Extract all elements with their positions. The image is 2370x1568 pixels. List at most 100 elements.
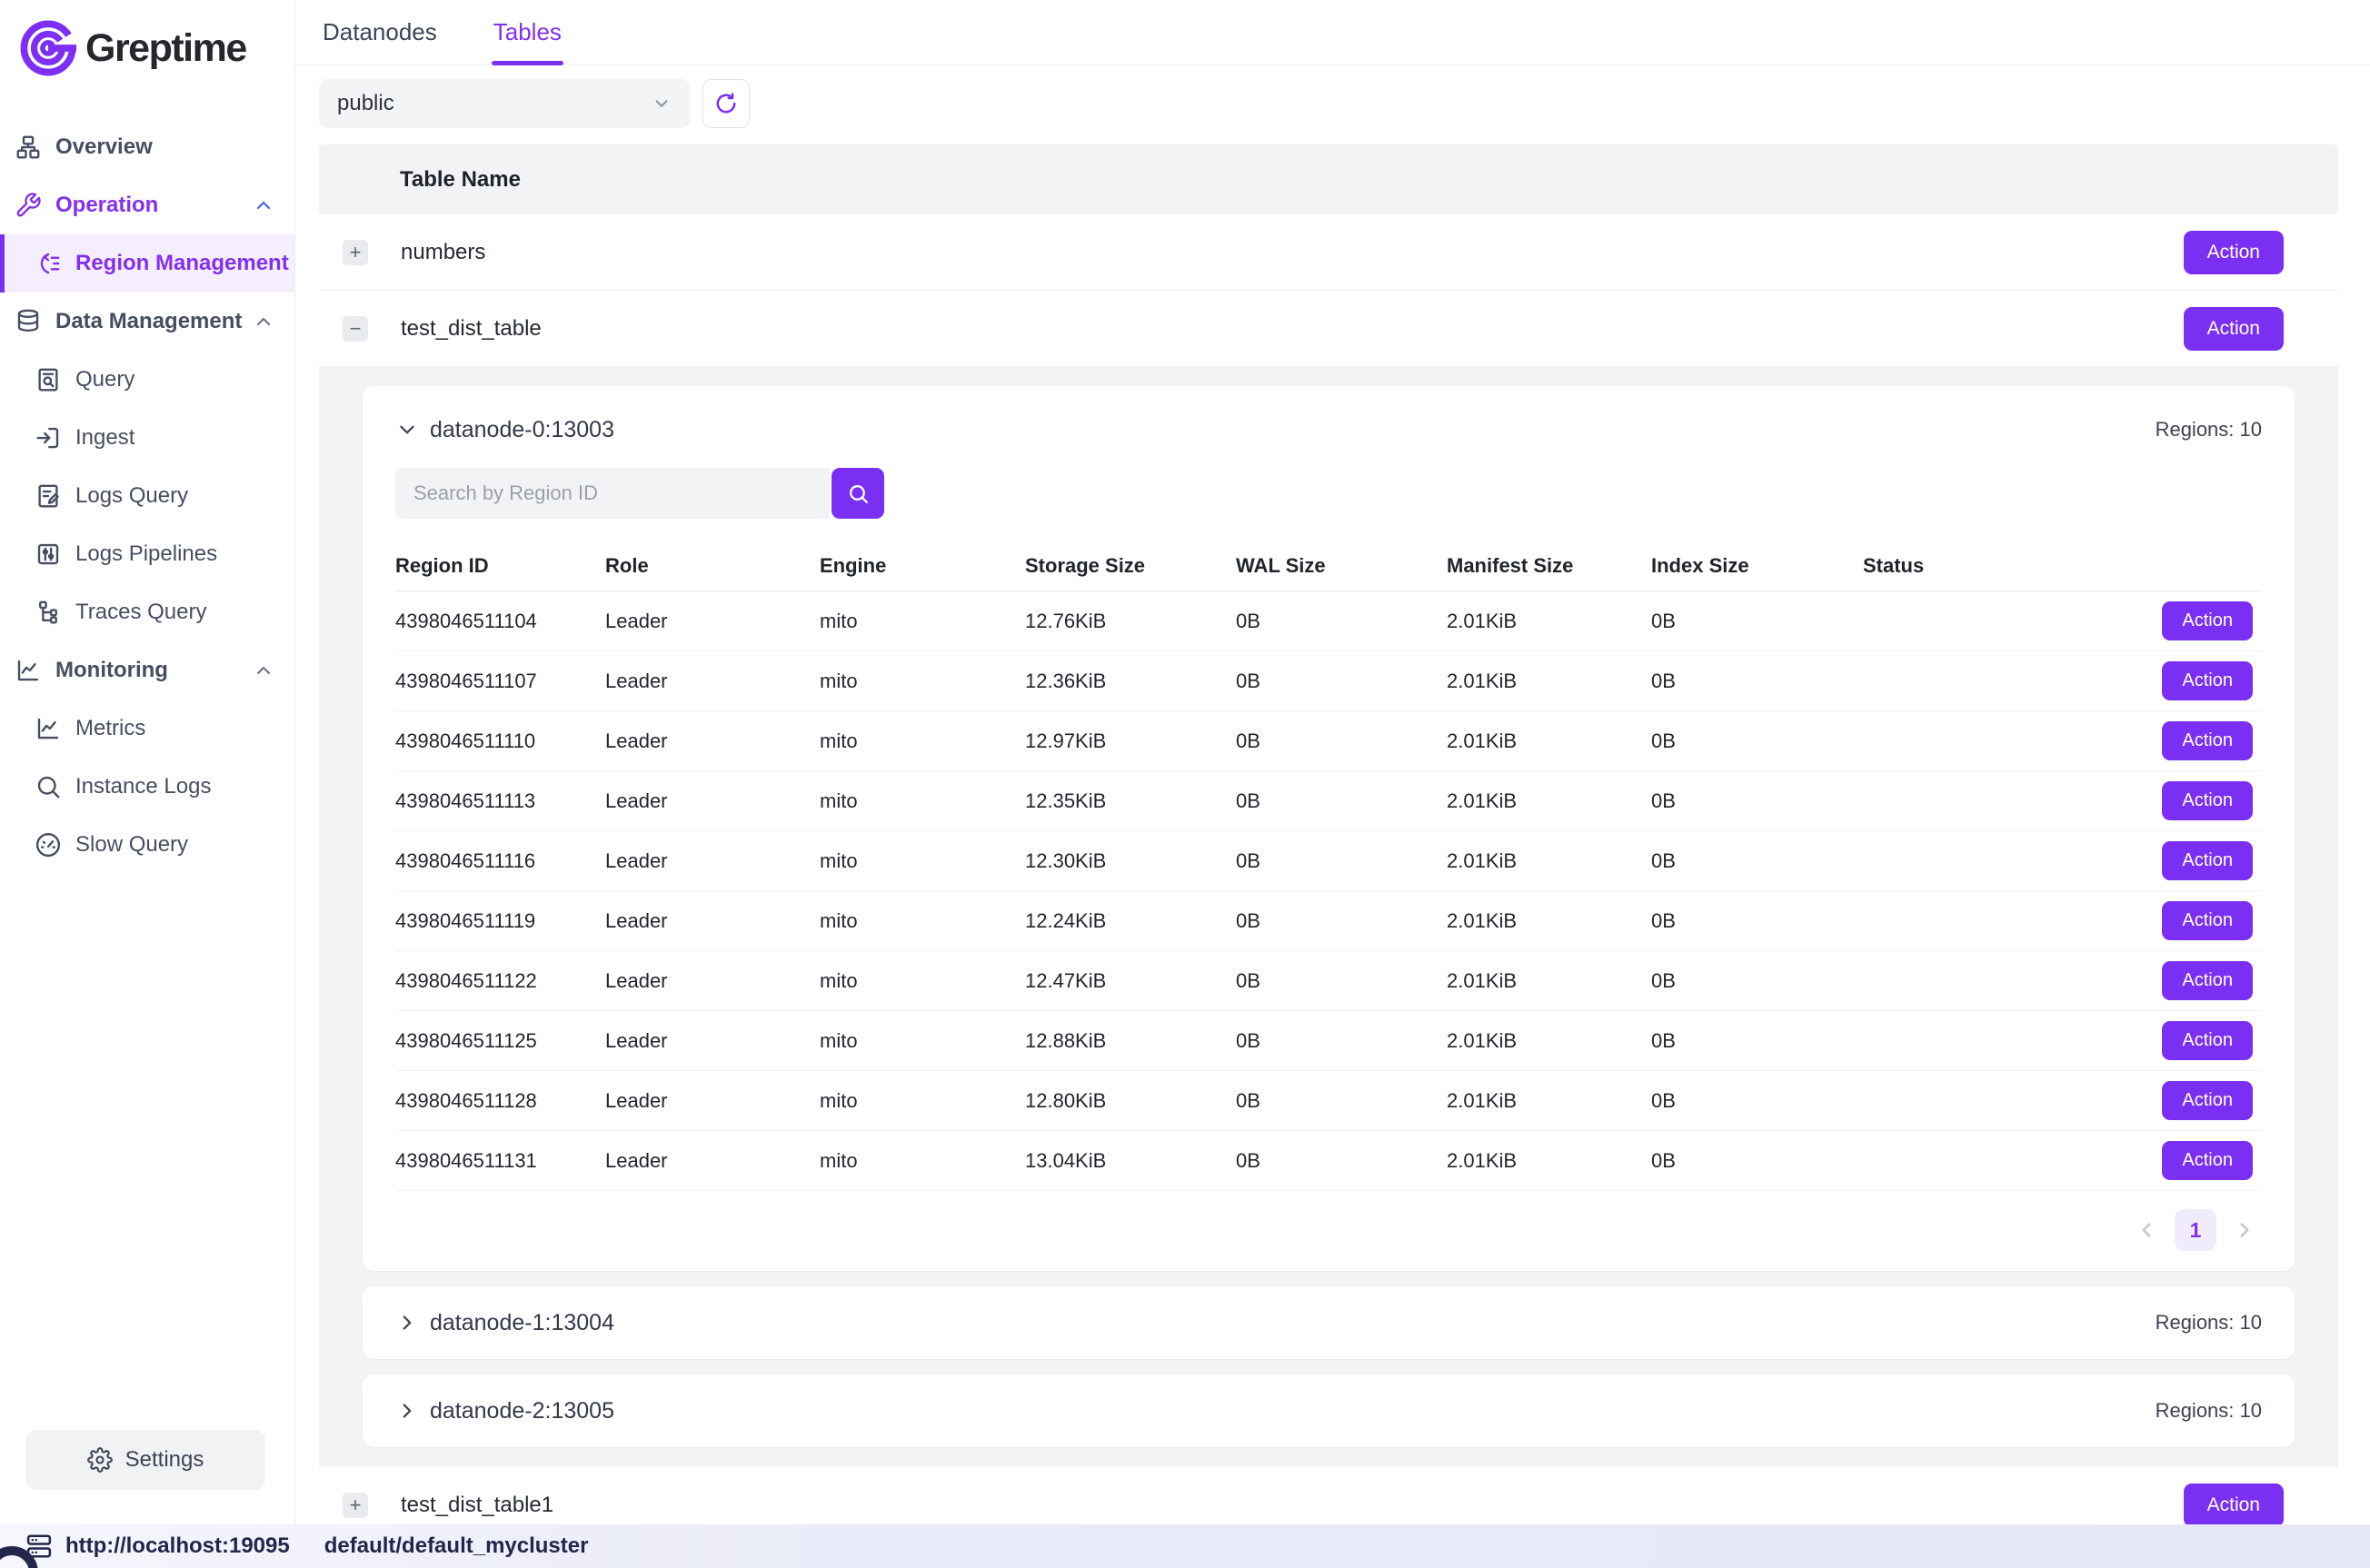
sidebar-item-region-management[interactable]: Region Management [0, 234, 294, 293]
region-action-button[interactable]: Action [2162, 781, 2253, 820]
collapse-button[interactable]: − [343, 316, 368, 342]
region-column-header: Storage Size [1025, 554, 1236, 578]
sidebar-item-label: Operation [55, 193, 158, 218]
region-column-header: Status [1863, 554, 2135, 578]
chevron-down-icon[interactable] [395, 418, 419, 442]
server-url[interactable]: http://localhost:19095 [25, 1533, 290, 1560]
sidebar-item-data-management[interactable]: Data Management [0, 293, 294, 351]
action-button[interactable]: Action [2184, 1484, 2284, 1525]
sidebar-item-label: Monitoring [55, 658, 168, 683]
region-table-row: 4398046511113 Leader mito 12.35KiB 0B 2.… [395, 771, 2262, 831]
sidebar-item-logs-pipelines[interactable]: Logs Pipelines [0, 525, 294, 583]
tree-icon [35, 599, 62, 626]
sidebar: Greptime Overview Operation Region Manag… [0, 0, 295, 1524]
database-icon [15, 308, 42, 335]
region-id-cell: 4398046511113 [395, 789, 605, 813]
expand-button[interactable]: + [343, 1493, 368, 1518]
action-button[interactable]: Action [2184, 307, 2284, 351]
region-action-button[interactable]: Action [2162, 1141, 2253, 1180]
wal-size-cell: 0B [1236, 969, 1447, 993]
datanode-2-card: datanode-2:13005 Regions: 10 [363, 1374, 2295, 1447]
region-action-button[interactable]: Action [2162, 901, 2253, 940]
sidebar-item-label: Metrics [75, 716, 145, 741]
engine-cell: mito [820, 729, 1025, 753]
sidebar-item-metrics[interactable]: Metrics [0, 700, 294, 758]
tables-list: Table Name + numbers Action − test_dist_… [319, 144, 2338, 1524]
storage-size-cell: 12.76KiB [1025, 610, 1236, 633]
wal-size-cell: 0B [1236, 849, 1447, 873]
region-search [395, 468, 884, 519]
region-column-header: WAL Size [1236, 554, 1447, 578]
chevron-right-icon[interactable] [395, 1311, 419, 1335]
sidebar-item-logs-query[interactable]: Logs Query [0, 467, 294, 525]
main-area: Datanodes Tables public Table Name [295, 0, 2370, 1524]
sidebar-item-query[interactable]: Query [0, 351, 294, 409]
toolbar: public [319, 79, 2338, 128]
region-column-header: Engine [820, 554, 1025, 578]
action-button[interactable]: Action [2184, 231, 2284, 274]
engine-cell: mito [820, 670, 1025, 693]
storage-size-cell: 12.30KiB [1025, 849, 1236, 873]
schema-select[interactable]: public [319, 79, 690, 128]
region-action-button[interactable]: Action [2162, 1081, 2253, 1120]
sidebar-item-monitoring[interactable]: Monitoring [0, 641, 294, 700]
chevron-right-icon[interactable] [395, 1399, 419, 1423]
expand-button[interactable]: + [343, 240, 368, 265]
greptime-dashboard: Greptime Overview Operation Region Manag… [0, 0, 2370, 1568]
schema-select-value: public [337, 91, 652, 116]
tab-tables[interactable]: Tables [493, 0, 562, 65]
manifest-size-cell: 2.01KiB [1447, 969, 1651, 993]
tab-datanodes[interactable]: Datanodes [323, 0, 437, 65]
chevron-up-icon[interactable] [253, 660, 274, 681]
storage-size-cell: 13.04KiB [1025, 1149, 1236, 1173]
sidebar-item-traces-query[interactable]: Traces Query [0, 583, 294, 641]
chevron-up-icon[interactable] [253, 311, 274, 332]
prev-page-icon[interactable] [2135, 1218, 2158, 1242]
manifest-size-cell: 2.01KiB [1447, 789, 1651, 813]
next-page-icon[interactable] [2233, 1218, 2256, 1242]
chevron-up-icon[interactable] [253, 194, 274, 216]
settings-button[interactable]: Settings [25, 1430, 265, 1490]
sidebar-item-instance-logs[interactable]: Instance Logs [0, 758, 294, 816]
engine-cell: mito [820, 969, 1025, 993]
region-action-button[interactable]: Action [2162, 661, 2253, 700]
datanode-title: datanode-1:13004 [430, 1310, 2156, 1336]
wal-size-cell: 0B [1236, 1089, 1447, 1113]
doc-edit-icon [35, 482, 62, 510]
region-action-button[interactable]: Action [2162, 601, 2253, 640]
datanode-0-card: datanode-0:13003 Regions: 10 Region [363, 386, 2295, 1271]
region-table-row: 4398046511104 Leader mito 12.76KiB 0B 2.… [395, 591, 2262, 651]
sliders-icon [35, 541, 62, 568]
region-column-header: Region ID [395, 554, 605, 578]
region-id-cell: 4398046511128 [395, 1089, 605, 1113]
regions-count: Regions: 10 [2156, 1399, 2262, 1423]
sidebar-item-operation[interactable]: Operation [0, 176, 294, 234]
regions-count: Regions: 10 [2156, 418, 2262, 442]
region-action-button[interactable]: Action [2162, 1021, 2253, 1060]
engine-cell: mito [820, 909, 1025, 933]
region-id-cell: 4398046511119 [395, 909, 605, 933]
storage-size-cell: 12.24KiB [1025, 909, 1236, 933]
search-icon [847, 482, 870, 505]
region-action-button[interactable]: Action [2162, 721, 2253, 760]
refresh-button[interactable] [702, 79, 750, 128]
region-id-cell: 4398046511107 [395, 670, 605, 693]
wal-size-cell: 0B [1236, 610, 1447, 633]
brand-name: Greptime [85, 26, 246, 71]
sidebar-item-slow-query[interactable]: Slow Query [0, 816, 294, 874]
engine-cell: mito [820, 1149, 1025, 1173]
sidebar-item-label: Slow Query [75, 832, 188, 858]
region-search-input[interactable] [395, 468, 830, 519]
engine-cell: mito [820, 1089, 1025, 1113]
sidebar-item-ingest[interactable]: Ingest [0, 409, 294, 467]
wal-size-cell: 0B [1236, 789, 1447, 813]
manifest-size-cell: 2.01KiB [1447, 670, 1651, 693]
cluster-selector[interactable]: default/default_mycluster [324, 1533, 589, 1559]
manifest-size-cell: 2.01KiB [1447, 849, 1651, 873]
tables-content: public Table Name + numbers A [295, 65, 2370, 1524]
page-1-button[interactable]: 1 [2175, 1209, 2216, 1251]
region-action-button[interactable]: Action [2162, 841, 2253, 880]
region-search-button[interactable] [831, 468, 884, 519]
sidebar-item-overview[interactable]: Overview [0, 118, 294, 176]
region-action-button[interactable]: Action [2162, 961, 2253, 1000]
